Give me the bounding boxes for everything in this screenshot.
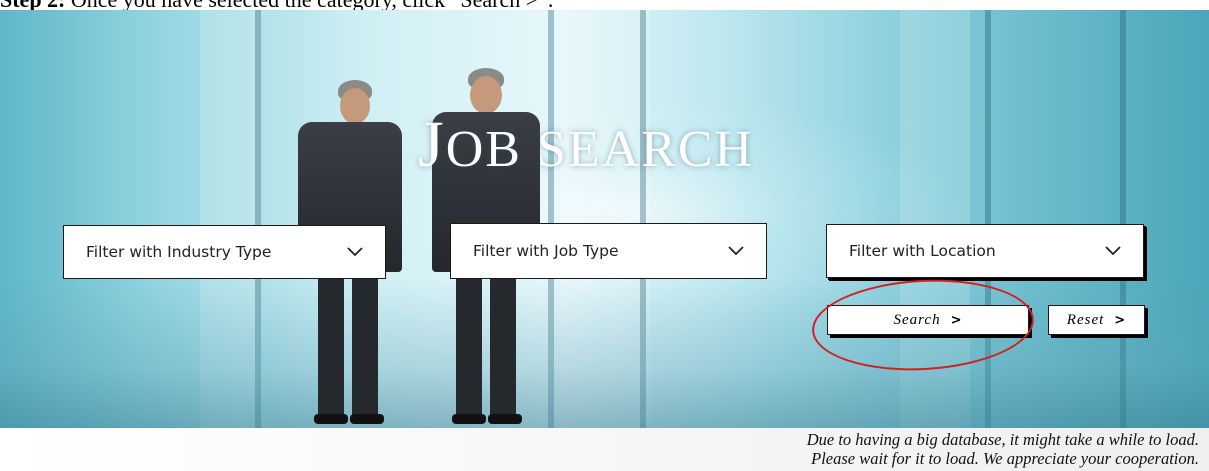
chevron-down-icon [347,244,363,260]
search-button[interactable]: Search > [827,305,1029,335]
loading-notice-line2: Please wait for it to load. We appreciat… [811,449,1199,468]
reset-button-label: Reset [1066,311,1105,328]
page-title: JOB SEARCH [418,108,755,181]
job-type-select[interactable]: Filter with Job Type [450,223,767,279]
hero-banner: JOB SEARCH [0,10,1209,428]
industry-type-select[interactable]: Filter with Industry Type [63,225,386,279]
floor-reflection [0,278,1209,428]
location-select-value: Filter with Location [849,242,996,260]
location-select[interactable]: Filter with Location [826,224,1144,278]
search-button-label: Search [893,311,941,328]
reset-button[interactable]: Reset > [1048,305,1145,335]
loading-notice: Due to having a big database, it might t… [479,430,1199,468]
loading-notice-line1: Due to having a big database, it might t… [806,430,1199,449]
chevron-right-icon: > [950,312,963,328]
job-type-select-value: Filter with Job Type [473,242,619,260]
industry-type-select-value: Filter with Industry Type [86,243,272,261]
chevron-down-icon [728,243,744,259]
chevron-down-icon [1105,243,1121,259]
chevron-right-icon: > [1114,312,1127,328]
